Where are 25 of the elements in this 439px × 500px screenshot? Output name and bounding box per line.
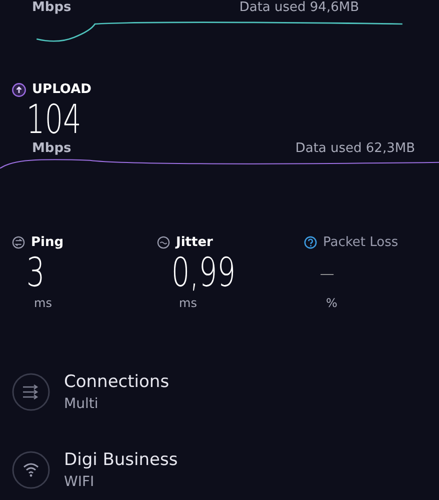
jitter-icon [157,236,170,249]
unit-label: Mbps [32,2,72,14]
detail-subtitle: WIFI [64,474,96,490]
arrows-icon [12,373,50,411]
detail-title: Digi Business [64,450,178,470]
ping-icon [12,236,25,249]
wifi-icon [12,451,50,489]
upload-heading: UPLOAD [32,82,92,97]
detail-subtitle: Multi [64,396,100,412]
stat-value: 0,99 [170,250,236,296]
stat-label: Jitter [176,235,213,250]
unit-label: Mbps [32,143,72,155]
stat-label: Ping [31,235,64,250]
stat-value: — [318,260,334,287]
upload-speed-value: 104 [25,97,82,143]
data-used-label: Data used 94,6MB [239,2,359,14]
stat-unit: ms [178,296,198,310]
stat-label: Packet Loss [323,235,398,250]
upload-icon [12,82,26,96]
stat-value: 3 [25,250,45,296]
stat-unit: % [325,296,338,310]
detail-title: Connections [64,372,170,392]
stat-unit: ms [33,296,53,310]
data-used-label: Data used 62,3MB [295,143,415,155]
help-icon[interactable] [304,236,317,249]
